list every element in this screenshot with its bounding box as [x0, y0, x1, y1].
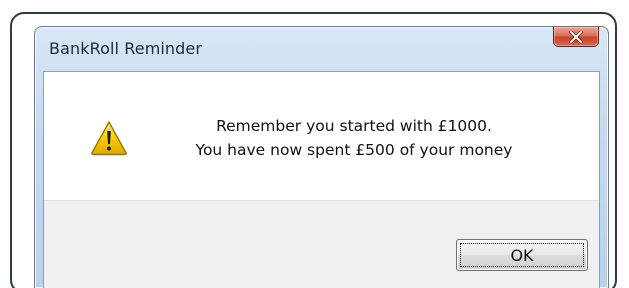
message-line-1: Remember you started with £1000. [216, 117, 492, 135]
message-line-2: You have now spent £500 of your money [195, 141, 513, 159]
window-title: BankRoll Reminder [49, 39, 203, 58]
button-panel: OK [44, 200, 599, 288]
close-x-icon [569, 30, 583, 43]
message-area: Remember you started with £1000. You hav… [44, 72, 599, 200]
dialog-client-area: Remember you started with £1000. You hav… [43, 71, 600, 288]
warning-icon [91, 121, 127, 156]
ok-button-label: OK [510, 245, 534, 265]
title-bar[interactable]: BankRoll Reminder [35, 27, 608, 71]
ok-button[interactable]: OK [456, 239, 588, 271]
message-box-window: BankRoll Reminder Remember you started w… [34, 26, 609, 288]
close-button[interactable] [553, 27, 599, 47]
message-text: Remember you started with £1000. You hav… [144, 114, 564, 162]
screenshot-page: BankRoll Reminder Remember you started w… [0, 0, 629, 288]
